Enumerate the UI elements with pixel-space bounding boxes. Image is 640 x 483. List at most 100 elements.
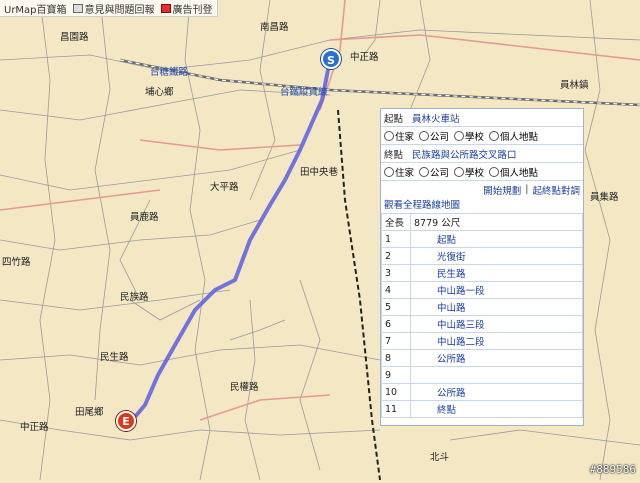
plan-route-link[interactable]: 開始規劃 [483, 183, 521, 197]
route-steps-table: 全長 8779 公尺 1 起點 2 光復街 3 民生路 4 中山路一段 5 中山路 6 中山路三段 7 中… [381, 213, 583, 418]
step-road-link[interactable]: 光復街 [410, 247, 583, 265]
option-label: 公司 [430, 167, 450, 179]
option-label: 住家 [395, 131, 415, 143]
map-label: 民權路 [230, 381, 259, 393]
end-label: 終點 [384, 149, 404, 161]
map-label: 員集路 [590, 191, 619, 203]
map-label: 南昌路 [260, 21, 289, 33]
step-road-link[interactable]: 終點 [410, 400, 583, 418]
start-option-home[interactable]: 住家 [384, 129, 414, 143]
step-road-link[interactable]: 中山路 [410, 298, 583, 316]
map-label: 田中央巷 [300, 166, 339, 178]
end-option-home[interactable]: 住家 [384, 165, 414, 179]
map-label: 民族路 [120, 291, 149, 303]
step-road-link[interactable]: 起點 [410, 230, 583, 248]
step-road-link[interactable] [410, 366, 583, 384]
feedback-link[interactable]: 意見與問題回報 [72, 1, 155, 16]
rail-label: 台鐵縱貫線 [280, 86, 328, 98]
step-number: 5 [381, 298, 411, 316]
step-number: 9 [381, 366, 411, 384]
end-option-personal[interactable]: 個人地點 [489, 165, 538, 179]
feedback-label: 意見與問題回報 [84, 4, 155, 16]
start-option-office[interactable]: 公司 [419, 129, 449, 143]
start-row: 起點 員林火車站 [381, 109, 583, 127]
end-options: 住家 公司 學校 個人地點 [381, 163, 583, 181]
total-row: 全長 8779 公尺 [381, 213, 583, 231]
step-number: 4 [381, 281, 411, 299]
end-option-office[interactable]: 公司 [419, 165, 449, 179]
option-label: 公司 [430, 131, 450, 143]
radio-icon [454, 166, 465, 177]
route-step-row[interactable]: 9 [381, 366, 583, 384]
step-number: 7 [381, 332, 411, 350]
option-label: 學校 [465, 167, 485, 179]
separator: | [525, 184, 529, 195]
route-step-row[interactable]: 4 中山路一段 [381, 281, 583, 299]
start-value[interactable]: 員林火車站 [412, 111, 460, 125]
advertise-link[interactable]: 廣告刊登 [160, 1, 213, 16]
route-step-row[interactable]: 11 終點 [381, 400, 583, 418]
route-step-row[interactable]: 6 中山路三段 [381, 315, 583, 333]
route-step-row[interactable]: 2 光復街 [381, 247, 583, 265]
start-option-school[interactable]: 學校 [454, 129, 484, 143]
step-number: 8 [381, 349, 411, 367]
urmap-toolbox-link[interactable]: UrMap百寶箱 [4, 1, 67, 16]
map-label: 中正路 [20, 421, 49, 433]
step-road-link[interactable]: 公所路 [410, 349, 583, 367]
end-marker-icon[interactable]: E [116, 411, 136, 431]
step-number: 2 [381, 247, 411, 265]
map-label: 員鹿路 [130, 211, 159, 223]
view-full-route-link[interactable]: 觀看全程路線地圖 [381, 198, 583, 213]
radio-icon [419, 130, 430, 141]
option-label: 學校 [465, 131, 485, 143]
map-label: 大平路 [210, 181, 239, 193]
route-step-row[interactable]: 7 中山路二段 [381, 332, 583, 350]
route-step-row[interactable]: 3 民生路 [381, 264, 583, 282]
start-options: 住家 公司 學校 個人地點 [381, 127, 583, 145]
end-option-school[interactable]: 學校 [454, 165, 484, 179]
advertise-label: 廣告刊登 [172, 4, 213, 16]
radio-icon [384, 166, 394, 177]
map-label: 中正路 [350, 51, 379, 63]
map-label: 田尾鄉 [75, 406, 104, 418]
route-actions: 開始規劃 | 起終點對調 [381, 181, 583, 198]
route-step-row[interactable]: 10 公所路 [381, 383, 583, 401]
start-option-personal[interactable]: 個人地點 [489, 129, 538, 143]
step-road-link[interactable]: 公所路 [410, 383, 583, 401]
route-step-row[interactable]: 8 公所路 [381, 349, 583, 367]
total-value: 8779 公尺 [410, 213, 583, 231]
feedback-icon [72, 3, 83, 13]
radio-icon [384, 130, 394, 141]
map-label: 北斗 [430, 452, 449, 463]
watermark: #889586 [589, 463, 636, 476]
step-road-link[interactable]: 中山路一段 [410, 281, 583, 299]
map-label: 民生路 [100, 351, 129, 363]
start-label: 起點 [384, 113, 404, 125]
step-road-link[interactable]: 中山路三段 [410, 315, 583, 333]
option-label: 個人地點 [500, 167, 539, 179]
swap-endpoints-link[interactable]: 起終點對調 [532, 183, 580, 197]
step-number: 11 [381, 400, 411, 418]
rail-label: 台糖鐵路 [150, 66, 189, 78]
map-label: 四竹路 [2, 256, 31, 268]
step-number: 10 [381, 383, 411, 401]
advertise-icon [160, 3, 171, 13]
radio-icon [489, 166, 500, 177]
end-value[interactable]: 民族路與公所路交叉路口 [412, 147, 517, 161]
route-step-row[interactable]: 1 起點 [381, 230, 583, 248]
end-row: 終點 民族路與公所路交叉路口 [381, 145, 583, 163]
radio-icon [454, 130, 465, 141]
step-road-link[interactable]: 民生路 [410, 264, 583, 282]
route-step-row[interactable]: 5 中山路 [381, 298, 583, 316]
radio-icon [419, 166, 430, 177]
step-number: 6 [381, 315, 411, 333]
radio-icon [489, 130, 500, 141]
toolbar: UrMap百寶箱 意見與問題回報 廣告刊登 [0, 0, 218, 17]
urmap-label: UrMap百寶箱 [4, 4, 67, 16]
step-road-link[interactable]: 中山路二段 [410, 332, 583, 350]
map-label: 埔心鄉 [145, 86, 174, 98]
start-marker-icon[interactable]: S [321, 49, 341, 69]
step-number: 3 [381, 264, 411, 282]
route-panel: 起點 員林火車站 住家 公司 學校 個人地點 終點 民族路與公所路交叉路口 住家… [380, 108, 584, 426]
option-label: 個人地點 [500, 131, 539, 143]
